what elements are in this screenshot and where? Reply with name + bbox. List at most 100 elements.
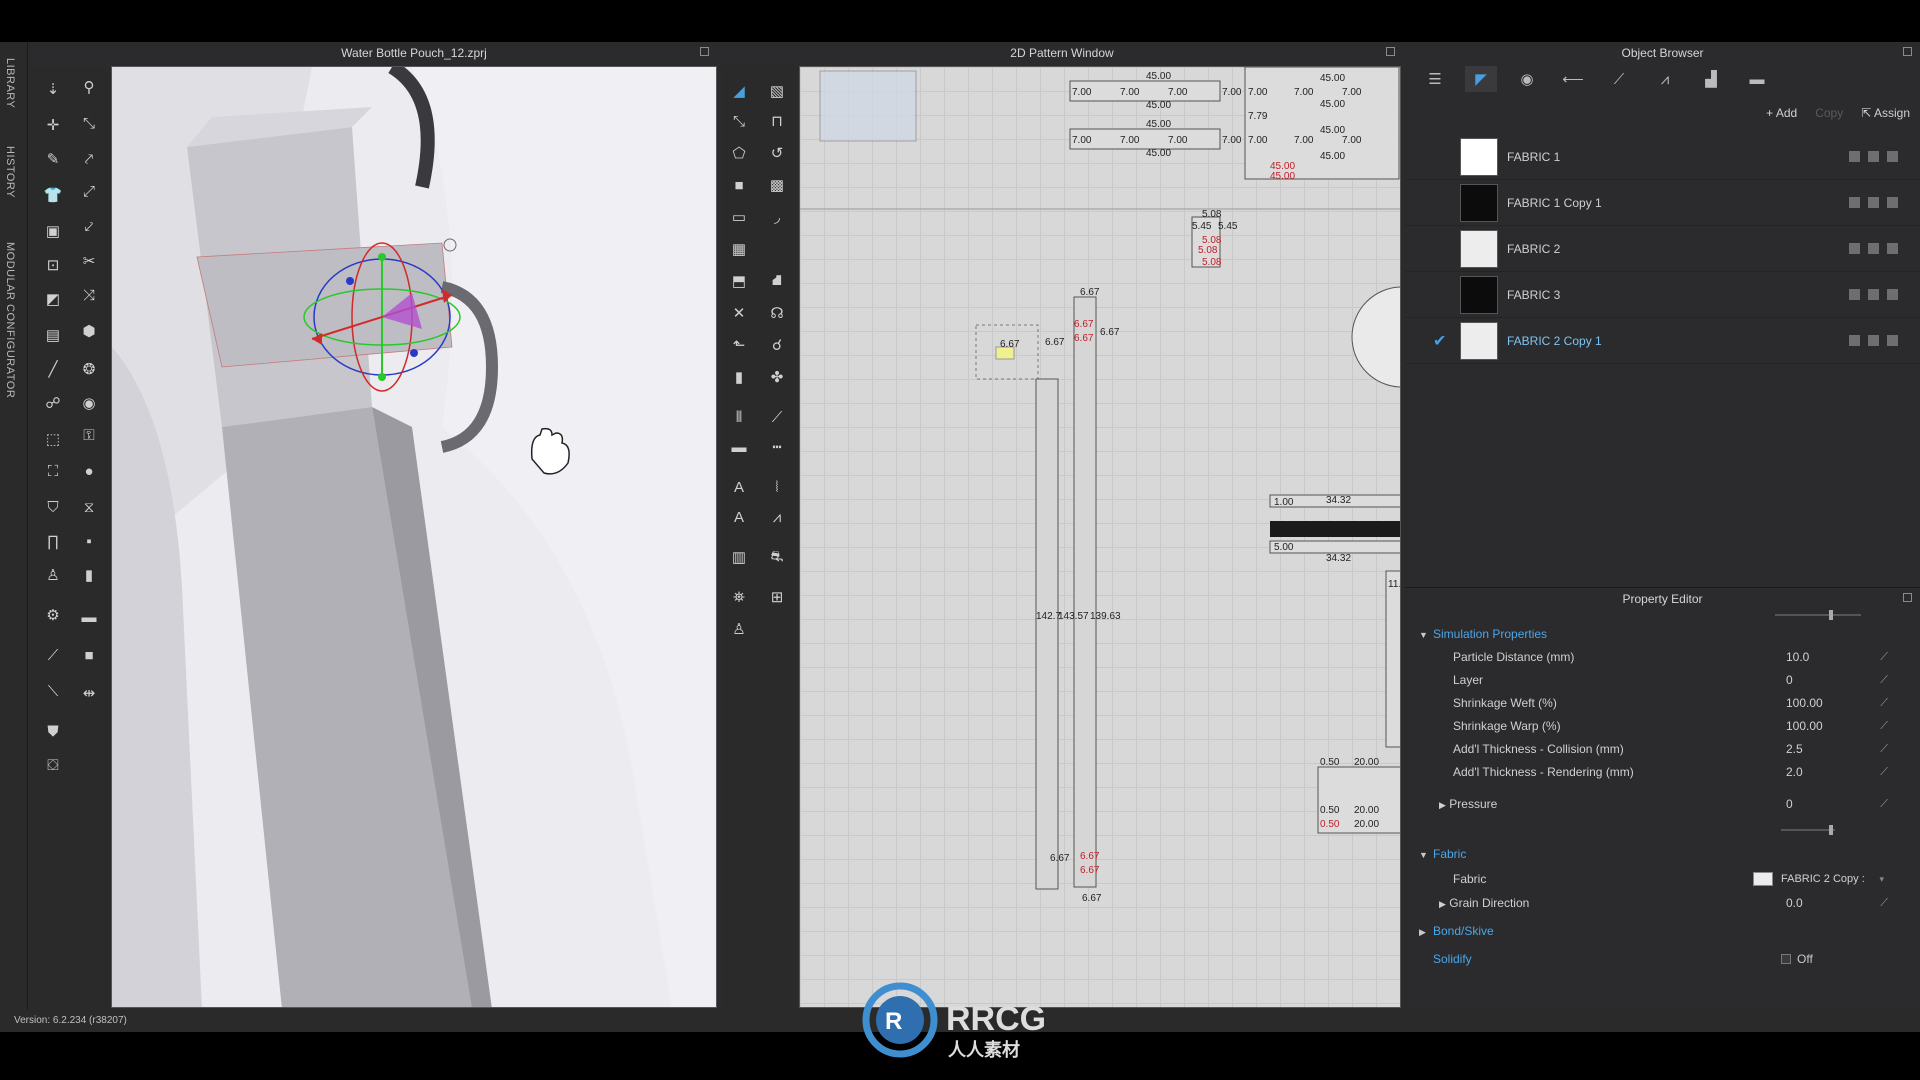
- grade-icon[interactable]: ▦: [728, 238, 750, 260]
- fabric-row[interactable]: FABRIC 1 Copy 1: [1405, 180, 1920, 226]
- dash-line-icon[interactable]: ┅: [766, 436, 788, 458]
- zipper-tool-icon[interactable]: ☍: [42, 392, 64, 414]
- section-fabric[interactable]: ▼ Fabric: [1405, 841, 1920, 867]
- trim-tool-icon[interactable]: ⬚: [42, 428, 64, 450]
- 2d-pattern-window[interactable]: 45.00 45.00 45.00 45.00 7.00 7.00 7.00 7…: [799, 66, 1401, 1008]
- garment-tool-icon[interactable]: 👕: [42, 184, 64, 206]
- graphic-icon[interactable]: ⦚: [766, 476, 788, 498]
- property-value[interactable]: 2.5: [1786, 742, 1803, 756]
- pin-icon[interactable]: ⟋: [1880, 697, 1888, 710]
- shape-tool-icon[interactable]: ◩: [42, 288, 64, 310]
- jacket-tool-icon[interactable]: ⛋: [42, 754, 64, 776]
- edit-point-icon[interactable]: ⤦: [78, 216, 100, 238]
- zipper-tab-icon[interactable]: ▬: [1741, 66, 1773, 92]
- delete-icon[interactable]: [1887, 289, 1898, 300]
- internal-rect-icon[interactable]: ▩: [766, 174, 788, 196]
- pin-icon[interactable]: ⟋: [1880, 766, 1888, 779]
- select-tool-icon[interactable]: ⇣: [42, 78, 64, 100]
- puckering-2d-icon[interactable]: ✤: [766, 366, 788, 388]
- fabric-row[interactable]: FABRIC 1: [1405, 134, 1920, 180]
- list-icon[interactable]: ☰: [1419, 66, 1451, 92]
- stitch-2d-icon[interactable]: ⫴: [728, 406, 750, 428]
- top-tool-icon[interactable]: ⛊: [42, 720, 64, 742]
- shirt-tool-icon[interactable]: ⛉: [42, 496, 64, 518]
- pants-tool-icon[interactable]: ∏: [42, 530, 64, 552]
- fabric-row[interactable]: FABRIC 3: [1405, 272, 1920, 318]
- solidify-checkbox[interactable]: [1781, 954, 1791, 964]
- section-solidify[interactable]: Solidify Off: [1405, 946, 1920, 972]
- assign-button[interactable]: ⇱ Assign: [1861, 106, 1910, 120]
- 2d-select-icon[interactable]: ◢: [728, 80, 750, 102]
- cut-tool-icon[interactable]: ✂: [78, 250, 100, 272]
- figure-2d-icon[interactable]: ♙: [728, 618, 750, 640]
- tack-2d-icon[interactable]: ☌: [766, 334, 788, 356]
- line-tool-icon[interactable]: ⟋: [42, 644, 64, 666]
- fabric-tab-icon[interactable]: ◤: [1465, 66, 1497, 92]
- lock-tool-icon[interactable]: ⚿: [78, 424, 100, 446]
- segment-icon[interactable]: ✕: [728, 302, 750, 324]
- edit-icon[interactable]: [1849, 197, 1860, 208]
- texture-2d-icon[interactable]: ▭: [728, 206, 750, 228]
- split-tool-icon[interactable]: ⇹: [78, 682, 100, 704]
- pin-icon[interactable]: ⟋: [1880, 720, 1888, 733]
- copy-icon[interactable]: [1868, 197, 1879, 208]
- camera-2d-icon[interactable]: ⛐: [766, 546, 788, 568]
- tab-history[interactable]: HISTORY: [4, 146, 16, 198]
- block-2d-icon[interactable]: ▮: [728, 366, 750, 388]
- property-value[interactable]: 0: [1786, 673, 1793, 687]
- pressure-value[interactable]: 0: [1786, 797, 1793, 811]
- 2d-transform-icon[interactable]: ▧: [766, 80, 788, 102]
- cube-tool-icon[interactable]: ▪: [78, 530, 100, 552]
- fold-tool-icon[interactable]: ⤢: [78, 180, 100, 202]
- topstitch-icon[interactable]: ⟋: [766, 406, 788, 428]
- block-tool-icon[interactable]: ▬: [78, 606, 100, 628]
- copy-icon[interactable]: [1868, 151, 1879, 162]
- edit-curve-icon[interactable]: ⊓: [766, 110, 788, 132]
- property-value[interactable]: 100.00: [1786, 719, 1823, 733]
- property-value[interactable]: 10.0: [1786, 650, 1809, 664]
- delete-icon[interactable]: [1887, 243, 1898, 254]
- maximize-icon[interactable]: [1386, 47, 1395, 56]
- edit-pattern-icon[interactable]: ⤡: [728, 110, 750, 132]
- pressure-row[interactable]: ▶ Pressure 0 ⟋: [1405, 791, 1920, 817]
- puckering-tab-icon[interactable]: ⩘: [1649, 66, 1681, 92]
- pin-tool-icon[interactable]: ⤡: [78, 112, 100, 134]
- copy-button[interactable]: Copy: [1815, 106, 1843, 120]
- pin-icon[interactable]: ⟋: [1880, 798, 1888, 811]
- copy-icon[interactable]: [1868, 243, 1879, 254]
- brush-tool-icon[interactable]: ✎: [42, 148, 64, 170]
- tab-library[interactable]: LIBRARY: [4, 58, 16, 108]
- ruler-tool-icon[interactable]: ⧖: [78, 496, 100, 518]
- measure-tool-icon[interactable]: ⊡: [42, 254, 64, 276]
- trim-tab-icon[interactable]: ▟: [1695, 66, 1727, 92]
- scroll-slider[interactable]: [1775, 610, 1861, 620]
- fabric-row[interactable]: Fabric FABRIC 2 Copy : ▾: [1405, 866, 1920, 892]
- bag-tool-icon[interactable]: ⛶: [42, 460, 64, 482]
- pen-tool-icon[interactable]: ╱: [42, 358, 64, 380]
- edit-icon[interactable]: [1849, 243, 1860, 254]
- grain-direction-row[interactable]: ▶ Grain Direction 0.0 ⟋: [1405, 890, 1920, 916]
- needle-tool-icon[interactable]: ⟍: [42, 680, 64, 702]
- button-tab-icon[interactable]: ◉: [1511, 66, 1543, 92]
- topstitch-tab-icon[interactable]: ⟋: [1603, 66, 1635, 92]
- avatar-pose-icon[interactable]: ⚲: [78, 76, 100, 98]
- edit-icon[interactable]: [1849, 289, 1860, 300]
- stitch-tool-icon[interactable]: ⤨: [78, 284, 100, 306]
- square-tool-icon[interactable]: ■: [78, 644, 100, 666]
- edit-icon[interactable]: [1849, 335, 1860, 346]
- line-2d-icon[interactable]: ▬: [728, 436, 750, 458]
- button-tool-icon[interactable]: ❂: [78, 358, 100, 380]
- pin-icon[interactable]: ⟋: [1880, 674, 1888, 687]
- property-row[interactable]: Add'l Thickness - Rendering (mm) 2.0 ⟋: [1405, 759, 1920, 785]
- maximize-icon[interactable]: [1903, 593, 1912, 602]
- delete-icon[interactable]: [1887, 151, 1898, 162]
- table-2d-icon[interactable]: ⊞: [766, 586, 788, 608]
- delete-icon[interactable]: [1887, 335, 1898, 346]
- pressure-slider[interactable]: [1781, 825, 1835, 835]
- pin-icon[interactable]: ⟋: [1880, 897, 1888, 910]
- arrange-tool-icon[interactable]: ▣: [42, 220, 64, 242]
- maximize-icon[interactable]: [700, 47, 709, 56]
- trace-icon[interactable]: ⬑: [728, 334, 750, 356]
- grain-direction-value[interactable]: 0.0: [1786, 896, 1803, 910]
- layer-tool-icon[interactable]: ▮: [78, 564, 100, 586]
